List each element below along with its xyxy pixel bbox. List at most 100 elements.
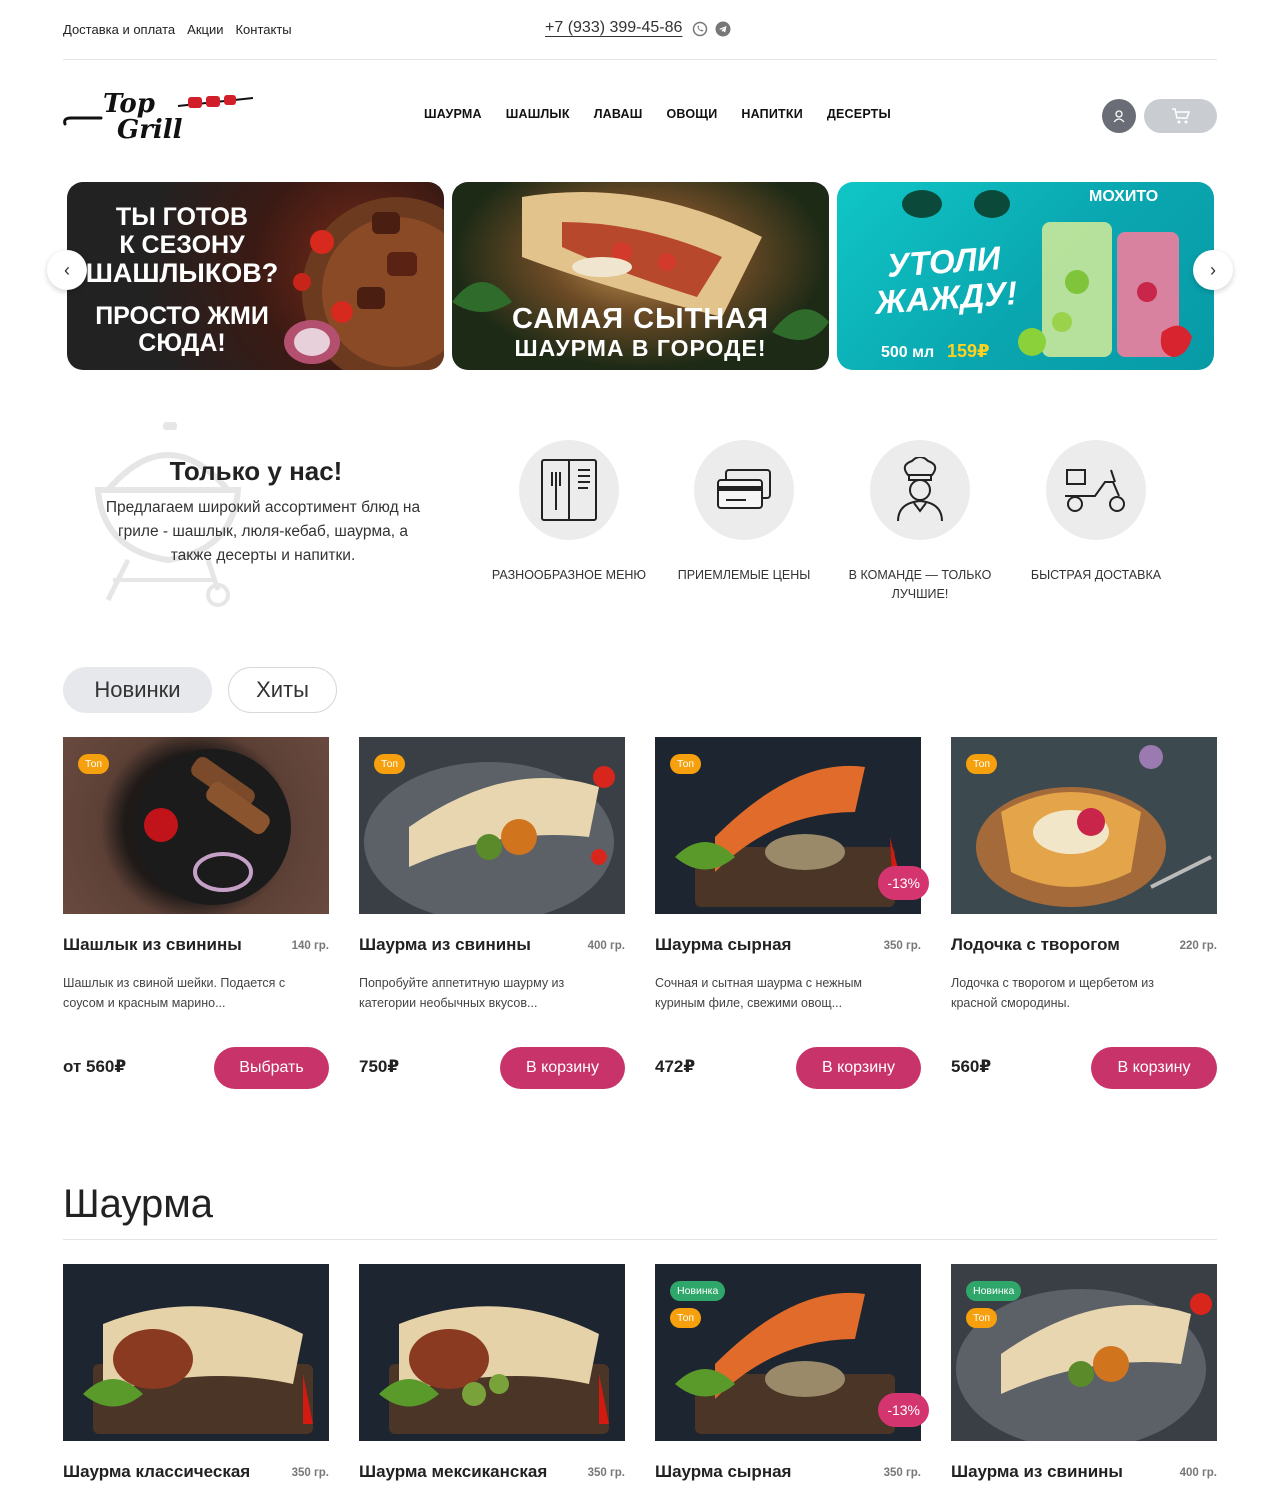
credit-card-icon bbox=[717, 469, 771, 509]
product-image[interactable]: Топ bbox=[63, 737, 329, 914]
product-image[interactable] bbox=[63, 1264, 329, 1441]
section-title: Шаурма bbox=[63, 1182, 213, 1226]
top-links: Доставка и оплата Акции Контакты bbox=[63, 22, 292, 37]
tab-hits[interactable]: Хиты bbox=[228, 667, 337, 713]
add-to-cart-button[interactable]: В корзину bbox=[500, 1047, 625, 1089]
feature-menu-label: Разнообразное меню bbox=[491, 568, 647, 582]
section-divider bbox=[63, 1239, 1217, 1240]
banner-mojito[interactable]: МОХИТО УТОЛИ ЖАЖДУ! 500 мл 159₽ bbox=[837, 182, 1214, 370]
whatsapp-icon[interactable] bbox=[692, 21, 708, 37]
product-image[interactable]: Топ bbox=[359, 737, 625, 914]
product-name[interactable]: Шаурма из свинины bbox=[951, 1461, 1151, 1483]
link-delivery[interactable]: Доставка и оплата bbox=[63, 22, 175, 37]
feature-delivery: Быстрая доставка bbox=[1011, 440, 1181, 585]
product-image[interactable] bbox=[359, 1264, 625, 1441]
product-description: Сочная и сытная шаурма с нежным куриным … bbox=[655, 976, 863, 1010]
classic-shawarma-art bbox=[83, 1306, 313, 1434]
banner-mojito-title: МОХИТО bbox=[1089, 188, 1159, 205]
top-badge: Топ bbox=[966, 1308, 998, 1328]
feature-prices-label: Приемлемые цены bbox=[677, 568, 811, 582]
product-weight: 350 гр. bbox=[883, 1467, 921, 1479]
nav-item-shashlik[interactable]: ШАШЛЫК bbox=[506, 107, 570, 121]
chevron-left-icon: ‹ bbox=[64, 259, 70, 280]
chef-icon bbox=[897, 457, 943, 522]
product-card: Новинка Топ Шаурма из свинины 400 гр. bbox=[951, 1264, 1217, 1500]
phone-link[interactable]: +7 (933) 399-45-86 bbox=[545, 19, 682, 37]
product-card: Топ Шашлык из свинины 140 гр. Шашлык из … bbox=[63, 737, 329, 1092]
main-nav: ШАУРМА ШАШЛЫК ЛАВАШ ОВОЩИ НАПИТКИ ДЕСЕРТ… bbox=[424, 107, 915, 121]
banner-mojito-volume: 500 мл bbox=[881, 344, 935, 361]
about-title: Только у нас! bbox=[169, 456, 343, 486]
choose-button[interactable]: Выбрать bbox=[214, 1047, 329, 1089]
product-weight: 400 гр. bbox=[587, 940, 625, 952]
product-description: Лодочка с творогом и щербетом из красной… bbox=[951, 976, 1155, 1010]
mexican-shawarma-art bbox=[379, 1306, 609, 1434]
product-weight: 350 гр. bbox=[291, 1467, 329, 1479]
banner-mojito-price: 159₽ bbox=[947, 341, 990, 361]
add-to-cart-button[interactable]: В корзину bbox=[1091, 1047, 1217, 1089]
feature-team-label: В команде — только лучшие! bbox=[848, 568, 992, 601]
product-price: 750₽ bbox=[359, 1057, 400, 1076]
product-weight: 220 гр. bbox=[1179, 940, 1217, 952]
nav-item-lavash[interactable]: ЛАВАШ bbox=[594, 107, 643, 121]
discount-badge: -13% bbox=[878, 866, 929, 900]
cart-button[interactable] bbox=[1144, 99, 1217, 133]
tab-new[interactable]: Новинки bbox=[63, 667, 212, 713]
product-image[interactable]: Новинка Топ bbox=[951, 1264, 1217, 1441]
product-card: Топ -13% Шаурма сырная 350 гр. Сочная и … bbox=[655, 737, 929, 1092]
link-promotions[interactable]: Акции bbox=[187, 22, 223, 37]
product-weight: 140 гр. bbox=[291, 940, 329, 952]
banner-shashlik[interactable]: ТЫ ГОТОВ К СЕЗОНУ ШАШЛЫКОВ? ПРОСТО ЖМИ С… bbox=[67, 182, 444, 370]
add-to-cart-button[interactable]: В корзину bbox=[796, 1047, 921, 1089]
product-image[interactable]: Новинка Топ -13% bbox=[655, 1264, 929, 1441]
product-card: Шаурма классическая 350 гр. bbox=[63, 1264, 329, 1500]
top-grill-logo[interactable]: Top Grill bbox=[63, 84, 258, 146]
nav-item-drinks[interactable]: НАПИТКИ bbox=[741, 107, 803, 121]
about-block: Только у нас! Предлагаем широкий ассорти… bbox=[63, 420, 463, 610]
site-header: Top Grill ШАУРМА ШАШЛЫК ЛАВАШ ОВОЩИ НАПИ… bbox=[63, 60, 1217, 170]
cart-icon bbox=[1171, 108, 1190, 124]
product-image[interactable]: Топ -13% bbox=[655, 737, 929, 914]
product-card: Новинка Топ -13% Шаурма сырная 350 гр. bbox=[655, 1264, 929, 1500]
product-description: Попробуйте аппетитную шаурму из категори… bbox=[359, 976, 565, 1010]
product-card: Топ Лодочка с творогом 220 гр. Лодочка с… bbox=[951, 737, 1217, 1092]
nav-item-shawarma[interactable]: ШАУРМА bbox=[424, 107, 482, 121]
product-name[interactable]: Шаурма классическая bbox=[63, 1461, 263, 1483]
product-price: от 560₽ bbox=[63, 1057, 127, 1076]
product-price: 560₽ bbox=[951, 1057, 992, 1076]
product-card: Шаурма мексиканская 350 гр. bbox=[359, 1264, 625, 1500]
product-price: 472₽ bbox=[655, 1057, 696, 1076]
top-badge: Топ bbox=[78, 754, 110, 774]
banner-mojito-slogan: УТОЛИ ЖАЖДУ! bbox=[873, 239, 1019, 322]
about-text: Предлагаем широкий ассортимент блюд на г… bbox=[105, 499, 421, 564]
product-name[interactable]: Шаурма из свинины bbox=[359, 934, 559, 956]
discount-badge: -13% bbox=[878, 1393, 929, 1427]
nav-item-vegetables[interactable]: ОВОЩИ bbox=[667, 107, 718, 121]
link-contacts[interactable]: Контакты bbox=[235, 22, 291, 37]
user-button[interactable] bbox=[1102, 99, 1136, 133]
new-badge: Новинка bbox=[966, 1281, 1022, 1301]
product-image[interactable]: Топ bbox=[951, 737, 1217, 914]
product-weight: 400 гр. bbox=[1179, 1467, 1217, 1479]
feature-team: В команде — только лучшие! bbox=[835, 440, 1005, 604]
top-bar: Доставка и оплата Акции Контакты +7 (933… bbox=[63, 0, 1217, 60]
product-name[interactable]: Лодочка с творогом bbox=[951, 934, 1151, 956]
slider-prev-button[interactable]: ‹ bbox=[47, 250, 87, 290]
feature-delivery-label: Быстрая доставка bbox=[1030, 568, 1162, 582]
product-name[interactable]: Шашлык из свинины bbox=[63, 934, 263, 956]
product-name[interactable]: Шаурма сырная bbox=[655, 1461, 855, 1483]
product-name[interactable]: Шаурма сырная bbox=[655, 934, 855, 956]
chevron-right-icon: › bbox=[1210, 259, 1216, 280]
user-icon bbox=[1113, 110, 1125, 123]
nav-item-desserts[interactable]: ДЕСЕРТЫ bbox=[827, 107, 891, 121]
product-name[interactable]: Шаурма мексиканская bbox=[359, 1461, 559, 1483]
slider-next-button[interactable]: › bbox=[1193, 250, 1233, 290]
product-card: Топ Шаурма из свинины 400 гр. Попробуйте… bbox=[359, 737, 625, 1092]
new-badge: Новинка bbox=[670, 1281, 726, 1301]
feature-menu: Разнообразное меню bbox=[484, 440, 654, 585]
telegram-icon[interactable] bbox=[715, 21, 731, 37]
scooter-icon bbox=[1065, 469, 1125, 512]
banner-shawarma-text: САМАЯ СЫТНАЯ ШАУРМА В ГОРОДЕ! bbox=[512, 303, 769, 361]
product-weight: 350 гр. bbox=[883, 940, 921, 952]
banner-shawarma[interactable]: САМАЯ СЫТНАЯ ШАУРМА В ГОРОДЕ! bbox=[452, 182, 829, 370]
